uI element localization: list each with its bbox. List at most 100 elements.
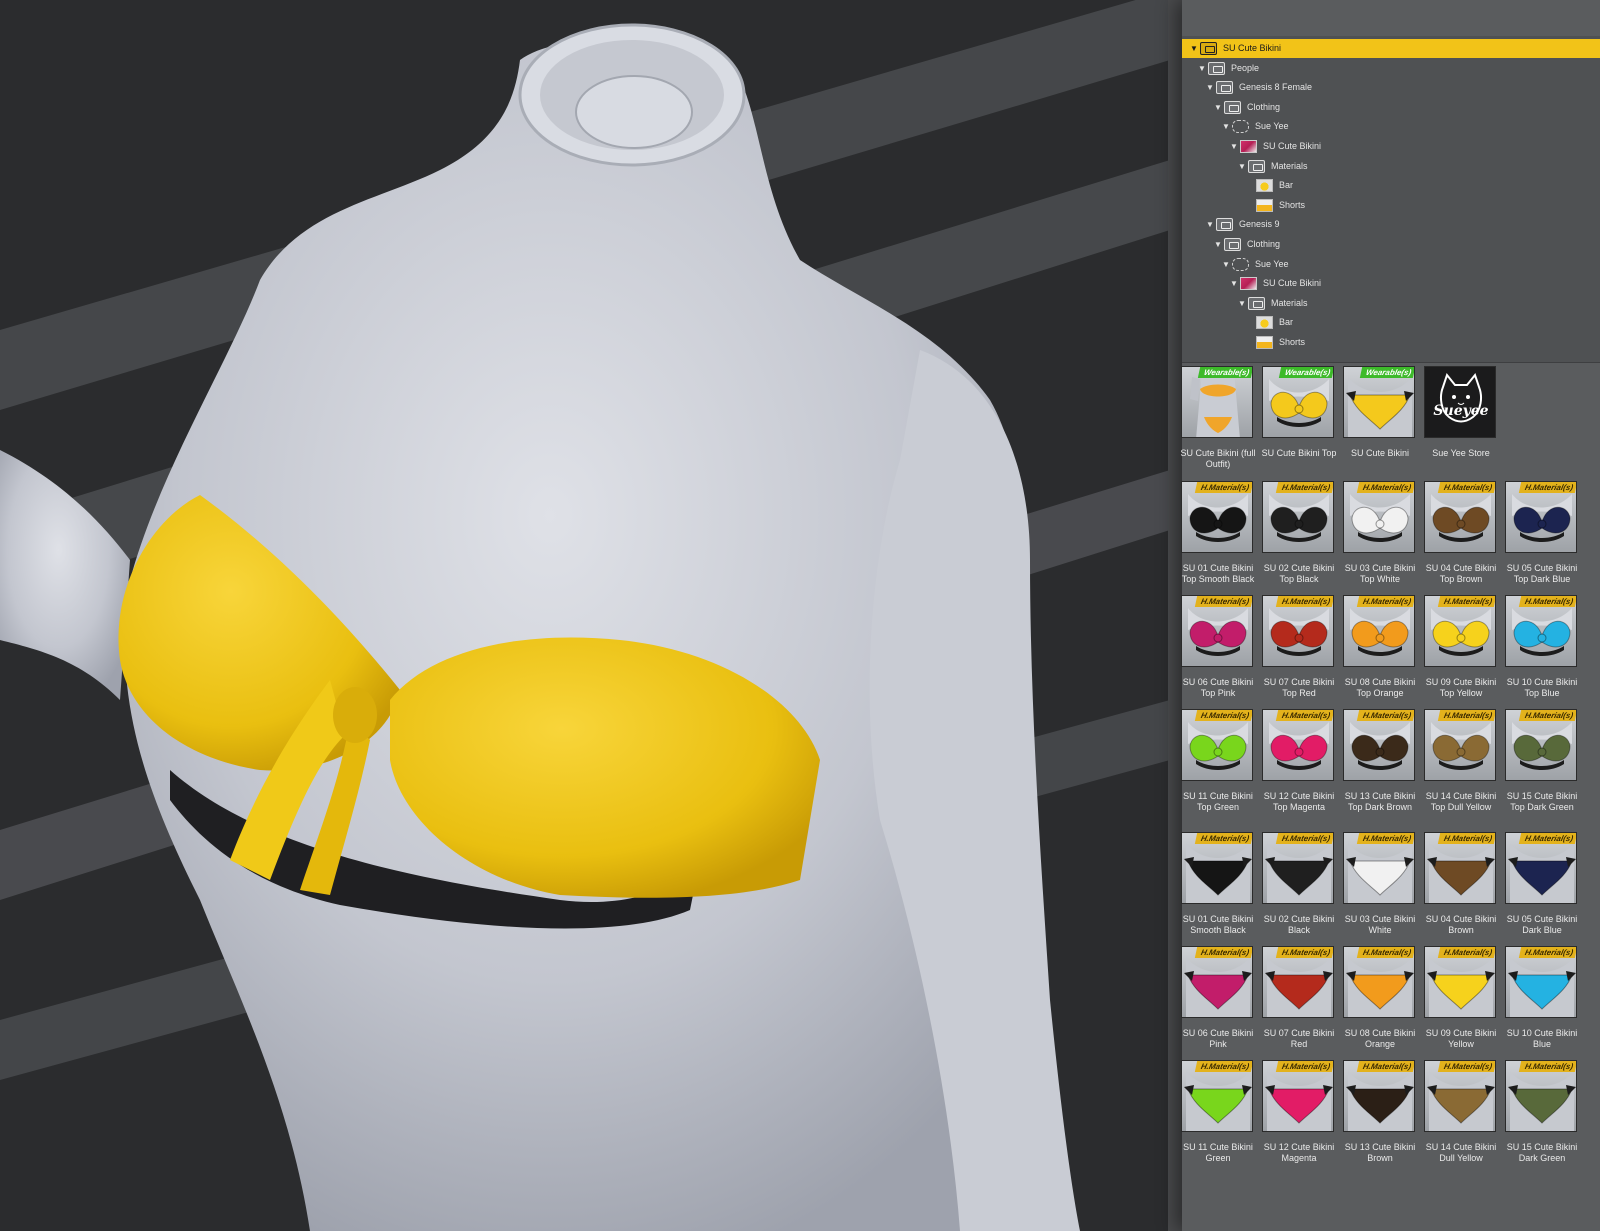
wearable-tile[interactable]: Wearable(s) SU Cute Bikini Top: [1257, 366, 1337, 478]
tile-thumbnail: H.Material(s): [1181, 946, 1253, 1018]
material-badge: H.Material(s): [1518, 1061, 1576, 1072]
material-tile[interactable]: H.Material(s) SU 04 Cute Bikini Top Brown: [1419, 481, 1499, 593]
tree-label: People: [1231, 62, 1260, 73]
material-tile[interactable]: H.Material(s) SU 05 Cute Bikini Top Dark …: [1500, 481, 1580, 593]
tile-label: SU Cute Bikini: [1350, 448, 1410, 458]
tile-thumbnail: Wearable(s): [1181, 366, 1253, 438]
material-badge: H.Material(s): [1356, 947, 1414, 958]
tree-row[interactable]: ▼ Clothing: [1182, 98, 1600, 117]
expand-arrow-icon[interactable]: ▼: [1238, 157, 1246, 176]
material-tile[interactable]: H.Material(s) SU 08 Cute Bikini Top Orang…: [1338, 595, 1418, 707]
tree-row[interactable]: ▼ SU Cute Bikini: [1182, 39, 1600, 58]
tree-row[interactable]: ▼ Clothing: [1182, 235, 1600, 254]
material-tile[interactable]: H.Material(s) SU 09 Cute Bikini Top Yello…: [1419, 595, 1499, 707]
tree-row[interactable]: Shorts: [1182, 196, 1600, 215]
tile-thumbnail: Wearable(s): [1343, 366, 1415, 438]
material-tile[interactable]: H.Material(s) SU 07 Cute Bikini Red: [1257, 946, 1337, 1058]
wearable-tile[interactable]: Wearable(s) SU Cute Bikini (full Outfit): [1176, 366, 1256, 478]
material-tile[interactable]: H.Material(s) SU 14 Cute Bikini Dull Yell…: [1419, 1060, 1499, 1172]
logo-text: Sueyee: [1433, 403, 1489, 419]
material-badge: H.Material(s): [1437, 596, 1495, 607]
tree-row[interactable]: Shorts: [1182, 333, 1600, 352]
material-tile[interactable]: H.Material(s) SU 06 Cute Bikini Top Pink: [1176, 595, 1256, 707]
tree-row[interactable]: ▼ Sue Yee: [1182, 255, 1600, 274]
tile-thumbnail: H.Material(s): [1262, 595, 1334, 667]
expand-arrow-icon[interactable]: ▼: [1198, 59, 1206, 78]
tile-label: SU 11 Cute Bikini Top Green: [1183, 791, 1253, 812]
tile-thumbnail: H.Material(s): [1505, 946, 1577, 1018]
tile-label: SU 05 Cute Bikini Dark Blue: [1506, 914, 1578, 935]
tree-row[interactable]: Bar: [1182, 176, 1600, 195]
tile-thumbnail: H.Material(s): [1262, 481, 1334, 553]
material-tile[interactable]: H.Material(s) SU 11 Cute Bikini Top Green: [1176, 709, 1256, 821]
material-tile[interactable]: H.Material(s) SU 03 Cute Bikini Top White: [1338, 481, 1418, 593]
tile-label: SU 10 Cute Bikini Top Blue: [1506, 677, 1578, 698]
tree-row[interactable]: ▼ Genesis 9: [1182, 215, 1600, 234]
material-tile[interactable]: H.Material(s) SU 02 Cute Bikini Black: [1257, 832, 1337, 944]
tile-label: SU 05 Cute Bikini Top Dark Blue: [1506, 563, 1578, 584]
tile-label: SU 11 Cute Bikini Green: [1183, 1142, 1253, 1163]
material-badge: H.Material(s): [1437, 482, 1495, 493]
expand-arrow-icon[interactable]: ▼: [1222, 117, 1230, 136]
material-tile[interactable]: H.Material(s) SU 08 Cute Bikini Orange: [1338, 946, 1418, 1058]
material-badge: H.Material(s): [1194, 833, 1252, 844]
expand-arrow-icon[interactable]: ▼: [1214, 235, 1222, 254]
material-badge: H.Material(s): [1437, 833, 1495, 844]
material-tile[interactable]: H.Material(s) SU 02 Cute Bikini Top Black: [1257, 481, 1337, 593]
tree-row[interactable]: ▼ People: [1182, 59, 1600, 78]
material-tile[interactable]: H.Material(s) SU 04 Cute Bikini Brown: [1419, 832, 1499, 944]
material-badge: H.Material(s): [1518, 833, 1576, 844]
tile-label: SU 08 Cute Bikini Top Orange: [1344, 677, 1416, 698]
material-tile[interactable]: H.Material(s) SU 07 Cute Bikini Top Red: [1257, 595, 1337, 707]
folder-icon: [1224, 100, 1241, 114]
material-tile[interactable]: H.Material(s) SU 11 Cute Bikini Green: [1176, 1060, 1256, 1172]
folder-icon: [1216, 81, 1233, 95]
expand-arrow-icon[interactable]: ▼: [1230, 274, 1238, 293]
tile-label: SU Cute Bikini (full Outfit): [1180, 448, 1256, 469]
wearable-tile[interactable]: Sueyee Sue Yee Store: [1419, 366, 1499, 478]
tile-thumbnail: H.Material(s): [1262, 832, 1334, 904]
material-tile[interactable]: H.Material(s) SU 13 Cute Bikini Top Dark …: [1338, 709, 1418, 821]
tile-thumbnail: H.Material(s): [1181, 1060, 1253, 1132]
material-tile[interactable]: H.Material(s) SU 15 Cute Bikini Dark Gree…: [1500, 1060, 1580, 1172]
expand-arrow-icon[interactable]: ▼: [1206, 78, 1214, 97]
material-tile[interactable]: H.Material(s) SU 10 Cute Bikini Top Blue: [1500, 595, 1580, 707]
material-tile[interactable]: H.Material(s) SU 15 Cute Bikini Top Dark …: [1500, 709, 1580, 821]
tile-label: SU 04 Cute Bikini Top Brown: [1425, 563, 1497, 584]
material-tile[interactable]: H.Material(s) SU 01 Cute Bikini Smooth Bl…: [1176, 832, 1256, 944]
tile-label: SU 06 Cute Bikini Top Pink: [1182, 677, 1254, 698]
material-badge: H.Material(s): [1356, 710, 1414, 721]
tree-row[interactable]: Bar: [1182, 313, 1600, 332]
material-tile[interactable]: H.Material(s) SU 03 Cute Bikini White: [1338, 832, 1418, 944]
material-tile[interactable]: H.Material(s) SU 06 Cute Bikini Pink: [1176, 946, 1256, 1058]
tile-label: SU 01 Cute Bikini Top Smooth Black: [1181, 563, 1255, 584]
expand-arrow-icon[interactable]: ▼: [1206, 215, 1214, 234]
material-tile[interactable]: H.Material(s) SU 09 Cute Bikini Yellow: [1419, 946, 1499, 1058]
material-tile[interactable]: H.Material(s) SU 13 Cute Bikini Brown: [1338, 1060, 1418, 1172]
tree-label: Genesis 9: [1239, 219, 1280, 230]
material-tile[interactable]: H.Material(s) SU 01 Cute Bikini Top Smoot…: [1176, 481, 1256, 593]
material-tile[interactable]: H.Material(s) SU 12 Cute Bikini Magenta: [1257, 1060, 1337, 1172]
tile-label: SU 02 Cute Bikini Black: [1263, 914, 1335, 935]
tree-label: Sue Yee: [1255, 258, 1289, 269]
folder-icon: [1248, 159, 1265, 173]
tree-row[interactable]: ▼ SU Cute Bikini: [1182, 137, 1600, 156]
tree-row[interactable]: ▼ Materials: [1182, 157, 1600, 176]
expand-arrow-icon[interactable]: ▼: [1230, 137, 1238, 156]
tree-row[interactable]: ▼ Materials: [1182, 294, 1600, 313]
expand-arrow-icon[interactable]: ▼: [1238, 294, 1246, 313]
tree-row[interactable]: ▼ Sue Yee: [1182, 117, 1600, 136]
tile-label: SU 10 Cute Bikini Blue: [1506, 1028, 1578, 1049]
material-tile[interactable]: H.Material(s) SU 05 Cute Bikini Dark Blue: [1500, 832, 1580, 944]
tree-row[interactable]: ▼ SU Cute Bikini: [1182, 274, 1600, 293]
tree-row[interactable]: ▼ Genesis 8 Female: [1182, 78, 1600, 97]
material-tile[interactable]: H.Material(s) SU 12 Cute Bikini Top Magen…: [1257, 709, 1337, 821]
tile-thumbnail: H.Material(s): [1424, 1060, 1496, 1132]
expand-arrow-icon[interactable]: ▼: [1214, 98, 1222, 117]
tile-thumbnail: H.Material(s): [1181, 595, 1253, 667]
material-tile[interactable]: H.Material(s) SU 14 Cute Bikini Top Dull …: [1419, 709, 1499, 821]
wearable-tile[interactable]: Wearable(s) SU Cute Bikini: [1338, 366, 1418, 478]
expand-arrow-icon[interactable]: ▼: [1190, 39, 1198, 58]
material-tile[interactable]: H.Material(s) SU 10 Cute Bikini Blue: [1500, 946, 1580, 1058]
expand-arrow-icon[interactable]: ▼: [1222, 255, 1230, 274]
